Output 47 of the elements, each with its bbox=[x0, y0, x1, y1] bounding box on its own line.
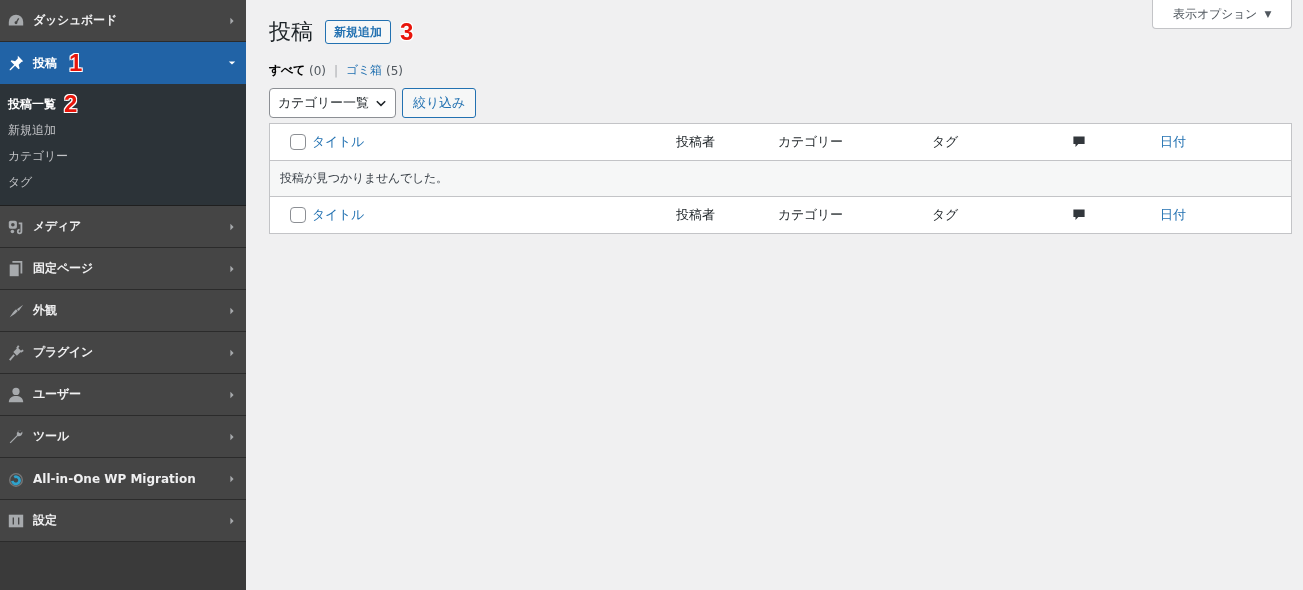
page-title: 投稿 bbox=[269, 18, 313, 46]
menu-label: 設定 bbox=[33, 512, 57, 529]
submenu-item[interactable]: タグ bbox=[8, 173, 32, 191]
submenu-item[interactable]: 新規追加 bbox=[8, 121, 56, 139]
plug-icon bbox=[7, 343, 25, 362]
menu-label: 固定ページ bbox=[33, 260, 93, 277]
filter-button[interactable]: 絞り込み bbox=[402, 88, 476, 118]
menu-item[interactable]: 投稿 1 bbox=[0, 42, 246, 84]
menu-label: All-in-One WP Migration bbox=[33, 471, 196, 486]
empty-message: 投稿が見つかりませんでした。 bbox=[280, 170, 448, 187]
view-link[interactable]: ゴミ箱 bbox=[346, 62, 383, 79]
view-count: (5) bbox=[386, 63, 404, 78]
menu-label: プラグイン bbox=[33, 344, 93, 361]
submenu-item[interactable]: カテゴリー bbox=[8, 147, 68, 165]
speech-bubble-icon bbox=[1072, 135, 1086, 149]
column-header: タグ bbox=[932, 206, 958, 224]
column-header-link[interactable]: タイトル bbox=[312, 206, 364, 224]
view-count: (0) bbox=[309, 63, 326, 78]
column-header-link[interactable]: 日付 bbox=[1160, 133, 1186, 151]
pages-icon bbox=[7, 259, 25, 278]
checkbox[interactable] bbox=[290, 134, 306, 150]
add-new-button[interactable]: 新規追加 bbox=[325, 20, 391, 44]
annotation-number: 1 bbox=[69, 51, 83, 75]
column-header-link[interactable]: タイトル bbox=[312, 133, 364, 151]
screen-options-button[interactable]: 表示オプション ▼ bbox=[1152, 0, 1292, 29]
menu-label: 投稿 bbox=[33, 54, 57, 72]
menu-label: ユーザー bbox=[33, 386, 81, 403]
category-select[interactable]: カテゴリー一覧 bbox=[269, 88, 396, 118]
column-header: 投稿者 bbox=[676, 133, 715, 151]
column-header-link[interactable]: 日付 bbox=[1160, 206, 1186, 224]
column-header: カテゴリー bbox=[778, 206, 843, 224]
menu-label: メディア bbox=[33, 218, 81, 235]
column-header: 投稿者 bbox=[676, 206, 715, 224]
annotation-number: 3 bbox=[400, 20, 414, 44]
view-link[interactable]: すべて bbox=[269, 62, 305, 79]
speech-bubble-icon bbox=[1072, 208, 1086, 222]
menu-label: ツール bbox=[33, 428, 69, 445]
user-icon bbox=[7, 385, 25, 404]
annotation-number: 2 bbox=[64, 92, 78, 116]
menu-label: ダッシュボード bbox=[33, 12, 117, 29]
column-header: カテゴリー bbox=[778, 133, 843, 151]
menu-label: 外観 bbox=[33, 302, 57, 319]
separator: | bbox=[334, 63, 339, 78]
checkbox[interactable] bbox=[290, 207, 306, 223]
column-header: タグ bbox=[932, 133, 958, 151]
submenu-item[interactable]: 投稿一覧 bbox=[8, 95, 56, 113]
pin-icon bbox=[7, 54, 25, 72]
